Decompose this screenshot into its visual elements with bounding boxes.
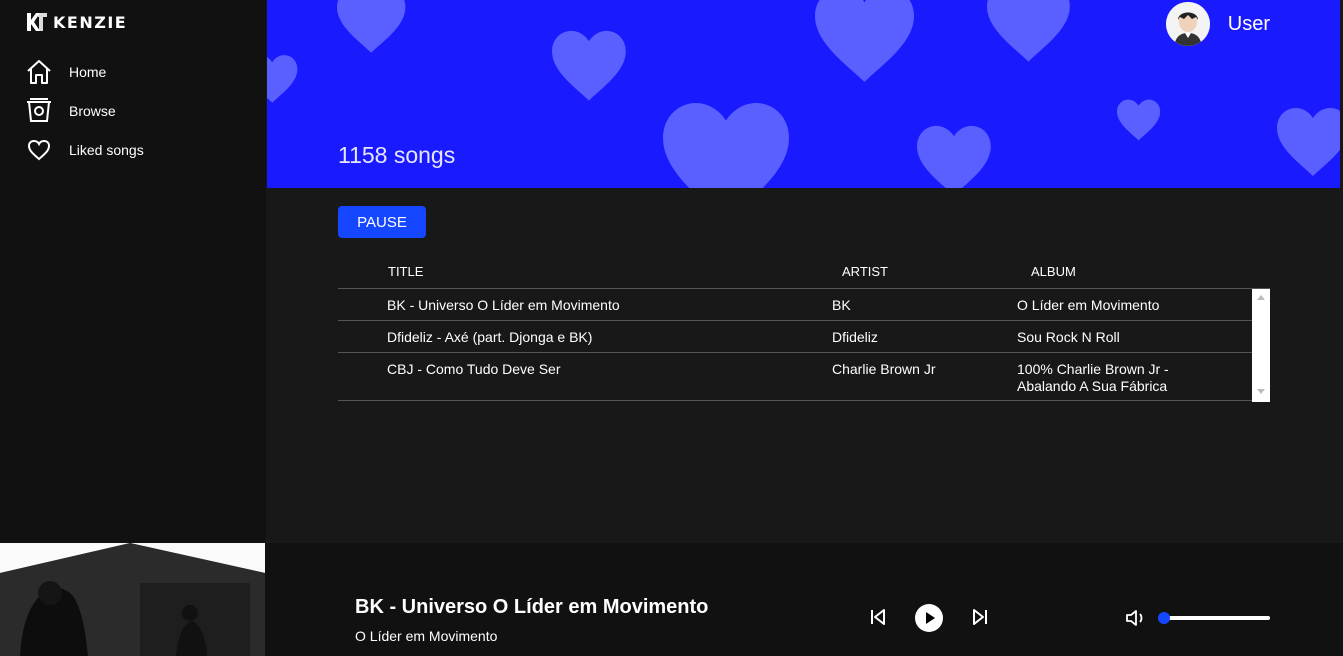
logo[interactable]: KENZIE — [26, 11, 127, 33]
user-name: User — [1227, 12, 1270, 35]
sidebar-item-home[interactable]: Home — [25, 58, 106, 86]
volume-icon[interactable] — [1125, 608, 1147, 628]
column-header-artist[interactable]: ARTIST — [842, 264, 888, 279]
song-count: 1158 songs — [338, 142, 456, 168]
kenzie-logo-icon — [27, 13, 47, 31]
sidebar-item-browse[interactable]: Browse — [25, 97, 116, 125]
songs-table: BK - Universo O Líder em Movimento BK O … — [338, 288, 1270, 401]
song-artist: BK — [832, 297, 851, 313]
heart-icon — [27, 139, 51, 161]
now-playing-title: BK - Universo O Líder em Movimento — [355, 596, 709, 618]
sidebar: KENZIE Home Browse Liked songs — [0, 0, 266, 543]
table-row[interactable]: BK - Universo O Líder em Movimento BK O … — [338, 288, 1270, 320]
player-bar: BK - Universo O Líder em Movimento O Líd… — [0, 543, 1343, 656]
scroll-down-icon[interactable] — [1257, 389, 1265, 394]
skip-next-icon[interactable] — [970, 607, 990, 627]
scroll-up-icon[interactable] — [1257, 295, 1265, 300]
table-scrollbar[interactable] — [1252, 289, 1270, 402]
sidebar-item-label: Browse — [69, 103, 116, 119]
avatar — [1165, 2, 1210, 46]
column-header-title[interactable]: TITLE — [388, 264, 423, 279]
column-header-album[interactable]: ALBUM — [1031, 264, 1076, 279]
song-album: Sou Rock N Roll — [1017, 329, 1120, 345]
brand-name: KENZIE — [53, 12, 128, 32]
album-cover-image — [0, 543, 265, 656]
sidebar-item-label: Home — [69, 64, 107, 80]
play-icon[interactable] — [914, 603, 944, 633]
album-cover — [0, 543, 265, 656]
song-artist: Dfideliz — [832, 329, 878, 345]
song-album: O Líder em Movimento — [1017, 297, 1160, 313]
playlist-header: 1158 songs User — [267, 0, 1340, 188]
sidebar-item-liked-songs[interactable]: Liked songs — [25, 136, 144, 164]
volume-slider-thumb[interactable] — [1158, 612, 1171, 624]
song-title: BK - Universo O Líder em Movimento — [387, 297, 620, 313]
app-root: KENZIE Home Browse Liked songs 1158 song… — [0, 0, 1343, 656]
pause-button[interactable]: PAUSE — [338, 206, 426, 238]
table-row[interactable]: CBJ - Como Tudo Deve Ser Charlie Brown J… — [338, 352, 1270, 401]
browse-icon — [27, 98, 51, 122]
user-avatar-icon — [1165, 2, 1210, 46]
table-row[interactable]: Dfideliz - Axé (part. Djonga e BK) Dfide… — [338, 320, 1270, 352]
skip-previous-icon[interactable] — [868, 607, 888, 627]
user-menu[interactable]: User — [1165, 2, 1270, 46]
song-title: Dfideliz - Axé (part. Djonga e BK) — [387, 329, 593, 345]
song-artist: Charlie Brown Jr — [832, 361, 936, 377]
volume-slider[interactable] — [1158, 616, 1270, 620]
song-title: CBJ - Como Tudo Deve Ser — [387, 361, 561, 377]
home-icon — [27, 60, 51, 84]
song-album: 100% Charlie Brown Jr - Abalando A Sua F… — [1017, 361, 1169, 394]
now-playing-album: O Líder em Movimento — [355, 628, 498, 644]
sidebar-item-label: Liked songs — [69, 142, 144, 158]
